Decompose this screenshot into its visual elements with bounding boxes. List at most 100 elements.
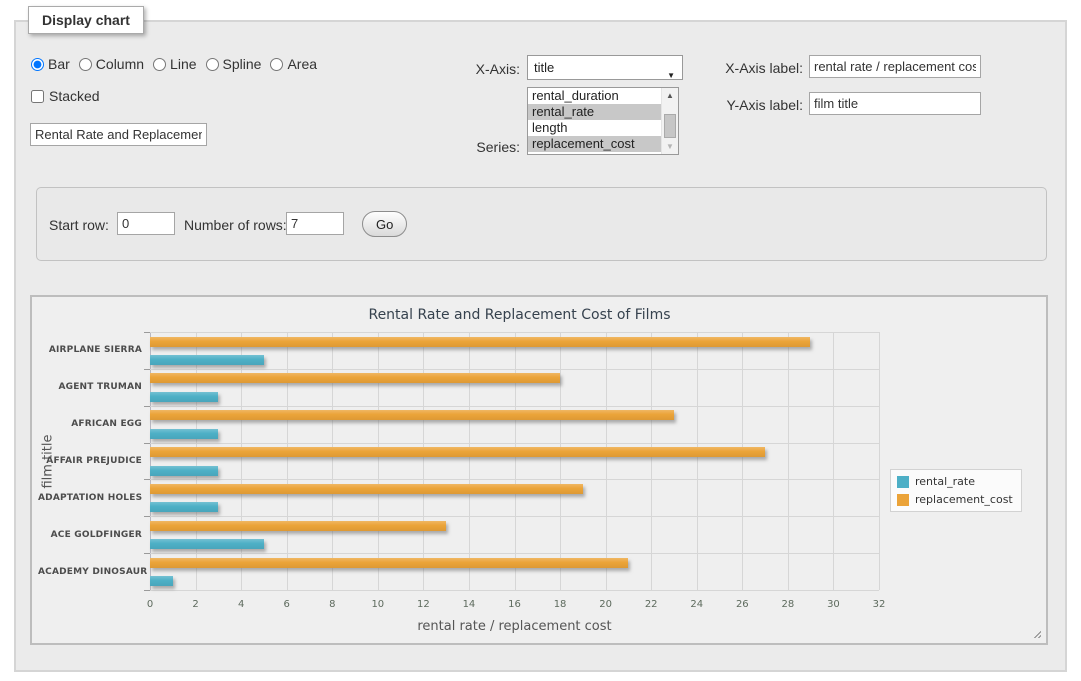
- chart-container: Rental Rate and Replacement Cost of Film…: [30, 295, 1048, 645]
- resize-handle[interactable]: [1031, 628, 1041, 638]
- chart-type-radio-area[interactable]: [270, 58, 283, 71]
- category-label: ACE GOLDFINGER: [38, 530, 142, 540]
- number-of-rows-input[interactable]: [286, 212, 344, 235]
- x-axis-select-label: X-Axis:: [440, 61, 520, 77]
- chart-type-option-line[interactable]: Line: [153, 56, 196, 72]
- bar-rental_rate[interactable]: [150, 466, 218, 476]
- bar-rental_rate[interactable]: [150, 539, 264, 549]
- gridline-vertical: [241, 332, 242, 590]
- x-tick-label: 24: [682, 599, 712, 610]
- legend-item-rental_rate[interactable]: rental_rate: [897, 475, 1013, 488]
- y-axis-tick: [144, 479, 150, 480]
- bar-replacement_cost[interactable]: [150, 558, 628, 568]
- chart-type-radio-column[interactable]: [79, 58, 92, 71]
- legend-swatch: [897, 494, 909, 506]
- chart-type-label: Area: [287, 56, 317, 72]
- x-tick-label: 18: [545, 599, 575, 610]
- x-axis-label-label: X-Axis label:: [718, 60, 803, 76]
- go-button[interactable]: Go: [362, 211, 407, 237]
- gridline-vertical: [469, 332, 470, 590]
- chart-type-option-column[interactable]: Column: [79, 56, 144, 72]
- bar-rental_rate[interactable]: [150, 429, 218, 439]
- gridline-vertical: [651, 332, 652, 590]
- series-option-length[interactable]: length: [528, 120, 661, 136]
- chart-title-input[interactable]: [30, 123, 207, 146]
- y-axis-tick: [144, 516, 150, 517]
- series-listbox[interactable]: ▲ ▼ rental_durationrental_ratelengthrepl…: [527, 87, 679, 155]
- start-row-input[interactable]: [117, 212, 175, 235]
- gridline-vertical: [606, 332, 607, 590]
- stacked-checkbox[interactable]: [31, 90, 44, 103]
- gridline-horizontal: [150, 479, 879, 480]
- gridline-horizontal: [150, 516, 879, 517]
- bar-replacement_cost[interactable]: [150, 521, 446, 531]
- bar-replacement_cost[interactable]: [150, 337, 810, 347]
- gridline-vertical: [332, 332, 333, 590]
- gridline-vertical: [378, 332, 379, 590]
- legend-item-replacement_cost[interactable]: replacement_cost: [897, 493, 1013, 506]
- chart-type-option-area[interactable]: Area: [270, 56, 317, 72]
- x-axis-label-input[interactable]: [809, 55, 981, 78]
- chart-type-label: Spline: [223, 56, 262, 72]
- y-axis-tick: [144, 443, 150, 444]
- number-of-rows-label: Number of rows:: [184, 217, 287, 233]
- scrollbar-up-arrow-icon[interactable]: ▲: [662, 88, 678, 103]
- chart-type-option-spline[interactable]: Spline: [206, 56, 262, 72]
- x-axis-select[interactable]: title ▼: [527, 55, 683, 80]
- series-option-rental_rate[interactable]: rental_rate: [528, 104, 661, 120]
- bar-replacement_cost[interactable]: [150, 410, 674, 420]
- bar-rental_rate[interactable]: [150, 576, 173, 586]
- listbox-scrollbar[interactable]: ▲ ▼: [661, 88, 678, 154]
- scrollbar-thumb[interactable]: [664, 114, 676, 138]
- bar-rental_rate[interactable]: [150, 392, 218, 402]
- chart-title: Rental Rate and Replacement Cost of Film…: [32, 307, 1007, 323]
- chart-type-radio-group: Bar Column Line Spline Area: [31, 56, 317, 72]
- select-dropdown-arrow-icon: ▼: [667, 64, 675, 87]
- gridline-vertical: [515, 332, 516, 590]
- chart-type-radio-bar[interactable]: [31, 58, 44, 71]
- gridline-horizontal: [150, 406, 879, 407]
- y-axis-tick: [144, 553, 150, 554]
- series-option-rental_duration[interactable]: rental_duration: [528, 88, 661, 104]
- gridline-horizontal: [150, 553, 879, 554]
- chart-type-radio-spline[interactable]: [206, 58, 219, 71]
- x-tick-label: 2: [181, 599, 211, 610]
- page: Display chart Bar Column Line Spline Area St…: [0, 0, 1081, 681]
- stacked-checkbox-row[interactable]: Stacked: [31, 88, 100, 104]
- legend-label: replacement_cost: [915, 493, 1013, 506]
- chart-type-label: Bar: [48, 56, 70, 72]
- gridline-vertical: [697, 332, 698, 590]
- y-axis-tick: [144, 332, 150, 333]
- x-tick-label: 32: [864, 599, 894, 610]
- legend-label: rental_rate: [915, 475, 975, 488]
- bar-replacement_cost[interactable]: [150, 447, 765, 457]
- gridline-vertical: [833, 332, 834, 590]
- y-axis-label-input[interactable]: [809, 92, 981, 115]
- gridline-vertical: [287, 332, 288, 590]
- y-axis-tick: [144, 369, 150, 370]
- start-row-label: Start row:: [49, 217, 109, 233]
- gridline-vertical: [150, 332, 151, 590]
- category-label: AGENT TRUMAN: [38, 382, 142, 392]
- bar-rental_rate[interactable]: [150, 355, 264, 365]
- gridline-horizontal: [150, 443, 879, 444]
- gridline-vertical: [196, 332, 197, 590]
- chart-type-option-bar[interactable]: Bar: [31, 56, 70, 72]
- fieldset-legend: Display chart: [28, 6, 144, 34]
- chart-type-radio-line[interactable]: [153, 58, 166, 71]
- bar-rental_rate[interactable]: [150, 502, 218, 512]
- category-label: AFFAIR PREJUDICE: [38, 456, 142, 466]
- category-label: AIRPLANE SIERRA: [38, 345, 142, 355]
- bar-replacement_cost[interactable]: [150, 484, 583, 494]
- x-tick-label: 0: [135, 599, 165, 610]
- legend-swatch: [897, 476, 909, 488]
- y-axis-tick: [144, 590, 150, 591]
- chart-x-axis-title: rental rate / replacement cost: [150, 619, 879, 634]
- x-tick-label: 6: [272, 599, 302, 610]
- gridline-vertical: [742, 332, 743, 590]
- x-tick-label: 26: [727, 599, 757, 610]
- scrollbar-down-arrow-icon[interactable]: ▼: [662, 139, 678, 154]
- bar-replacement_cost[interactable]: [150, 373, 560, 383]
- x-tick-label: 28: [773, 599, 803, 610]
- series-option-replacement_cost[interactable]: replacement_cost: [528, 136, 661, 152]
